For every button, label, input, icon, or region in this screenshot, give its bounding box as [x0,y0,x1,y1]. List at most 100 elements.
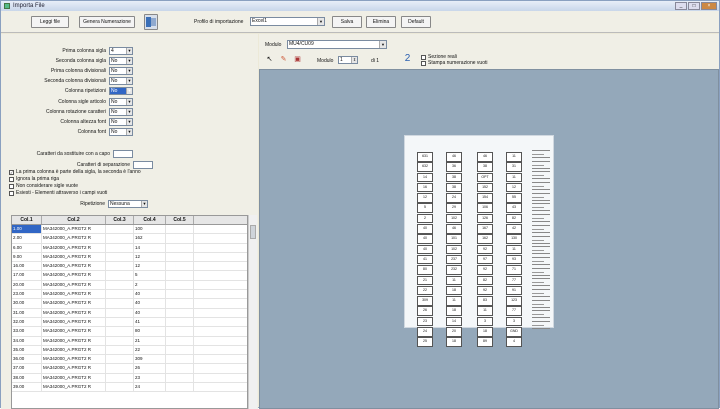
label-cell[interactable]: 91 [506,285,522,296]
table-cell[interactable]: 17.00 [12,271,42,280]
table-cell[interactable] [106,327,134,336]
label-cell[interactable]: 77 [506,306,522,316]
label-cell[interactable]: 11 [506,152,522,162]
table-cell[interactable]: 100 [134,225,166,234]
table-cell[interactable] [166,299,194,308]
check-stampa-vuoti[interactable]: Stampa numerazione vuoti [421,60,487,66]
table-cell[interactable]: MA342000_A.PRGT2 R [42,327,106,336]
table-cell[interactable]: MA342000_A.PRGT2 R [42,383,106,392]
table-cell[interactable] [106,234,134,243]
table-cell[interactable]: MA342000_A.PRGT2 R [42,299,106,308]
setting-select[interactable]: No ▼ [109,117,133,126]
table-cell[interactable] [166,383,194,392]
label-cell[interactable]: 102 [446,213,462,224]
setting-select[interactable]: No ▼ [109,128,133,137]
table-cell[interactable] [106,345,134,355]
table-cell[interactable]: 2 [134,280,166,290]
pagina-input[interactable]: 1 ⇕ [338,56,358,64]
table-cell[interactable] [166,317,194,327]
label-cell[interactable]: 38 [477,162,493,172]
table-cell[interactable]: 26 [134,364,166,373]
table-cell[interactable]: MA342000_A.PRGT2 R [42,225,106,234]
table-row[interactable]: 2.00 MA342000_A.PRGT2 R 162 [12,234,247,244]
column-header[interactable]: Col.5 [166,216,194,224]
table-cell[interactable]: 162 [134,234,166,243]
table-cell[interactable]: MA342000_A.PRGT2 R [42,252,106,262]
checkbox-icon[interactable] [9,176,14,182]
table-cell[interactable] [106,271,134,280]
label-cell[interactable]: 41 [417,254,433,265]
table-cell[interactable] [166,327,194,336]
close-icon[interactable]: × [701,2,717,10]
label-cell[interactable]: 46 [446,224,462,234]
column-header[interactable]: Col.3 [106,216,134,224]
table-cell[interactable]: 14 [134,243,166,252]
table-cell[interactable] [166,252,194,262]
table-cell[interactable]: 40 [134,290,166,299]
checkbox-icon[interactable] [421,60,426,66]
label-cell[interactable]: 126 [477,213,493,224]
label-cell[interactable]: 55 [506,193,522,203]
ripetizione-select[interactable]: Nessuna ▼ [108,199,148,208]
label-cell[interactable]: 36 [446,162,462,172]
label-cell[interactable]: 12 [506,182,522,193]
table-cell[interactable]: MA342000_A.PRGT2 R [42,336,106,345]
caratteri-input[interactable] [113,149,133,158]
checkbox-icon[interactable] [9,183,14,189]
label-cell[interactable]: 16 [417,182,433,193]
setting-select[interactable]: 4 ▼ [109,46,133,55]
table-row[interactable]: 34.00 MA342000_A.PRGT2 R 21 [12,336,247,346]
table-cell[interactable] [166,345,194,355]
table-cell[interactable] [106,383,134,392]
table-cell[interactable]: 1.00 [12,225,42,234]
table-cell[interactable] [106,308,134,317]
leggi-file-button[interactable]: Leggi file [31,16,69,28]
table-row[interactable]: 6.00 MA342000_A.PRGT2 R 14 [12,243,247,253]
table-cell[interactable]: MA342000_A.PRGT2 R [42,364,106,373]
label-cell[interactable]: 14 [446,316,462,327]
table-cell[interactable]: MA342000_A.PRGT2 R [42,345,106,355]
table-cell[interactable] [166,290,194,299]
table-cell[interactable]: 309 [134,355,166,364]
table-cell[interactable]: 5 [134,271,166,280]
label-cell[interactable]: 26 [417,306,433,316]
label-cell[interactable]: OPT [477,172,493,183]
table-cell[interactable] [166,308,194,317]
table-cell[interactable]: MA342000_A.PRGT2 R [42,317,106,327]
table-cell[interactable] [106,336,134,345]
label-cell[interactable]: 167 [477,224,493,234]
label-cell[interactable]: 4 [506,337,522,347]
label-cell[interactable]: 93 [506,254,522,265]
table-cell[interactable]: 80 [134,327,166,336]
label-cell[interactable]: 18 [446,285,462,296]
label-cell[interactable]: 12 [417,193,433,203]
table-cell[interactable]: 12 [134,252,166,262]
label-cell[interactable]: 82 [477,275,493,286]
table-cell[interactable] [106,317,134,327]
scroll-thumb[interactable] [250,225,256,239]
table-cell[interactable] [166,336,194,345]
label-cell[interactable]: 18 [446,337,462,347]
table-cell[interactable] [106,243,134,252]
table-cell[interactable] [166,243,194,252]
label-cell[interactable]: 106 [477,203,493,213]
table-cell[interactable] [166,373,194,383]
elimina-button[interactable]: Elimina [366,16,396,28]
label-cell[interactable]: 71 [506,265,522,275]
label-cell[interactable]: 130 [506,234,522,244]
table-cell[interactable]: 36.00 [12,355,42,364]
table-cell[interactable]: 34.00 [12,336,42,345]
label-cell[interactable]: 20 [446,327,462,337]
table-row[interactable]: 39.00 MA342000_A.PRGT2 R 24 [12,383,247,393]
table-cell[interactable]: 33.00 [12,327,42,336]
table-cell[interactable]: MA342000_A.PRGT2 R [42,262,106,271]
label-cell[interactable]: 631 [417,152,433,162]
table-row[interactable]: 17.00 MA342000_A.PRGT2 R 5 [12,271,247,281]
stepper-icon[interactable]: ⇕ [351,57,357,63]
label-cell[interactable]: 11 [506,172,522,183]
label-cell[interactable]: 46 [477,152,493,162]
grid-scrollbar[interactable] [248,215,257,409]
label-cell[interactable]: 101 [446,234,462,244]
label-cell[interactable]: 38 [446,182,462,193]
label-cell[interactable]: 89 [477,337,493,347]
